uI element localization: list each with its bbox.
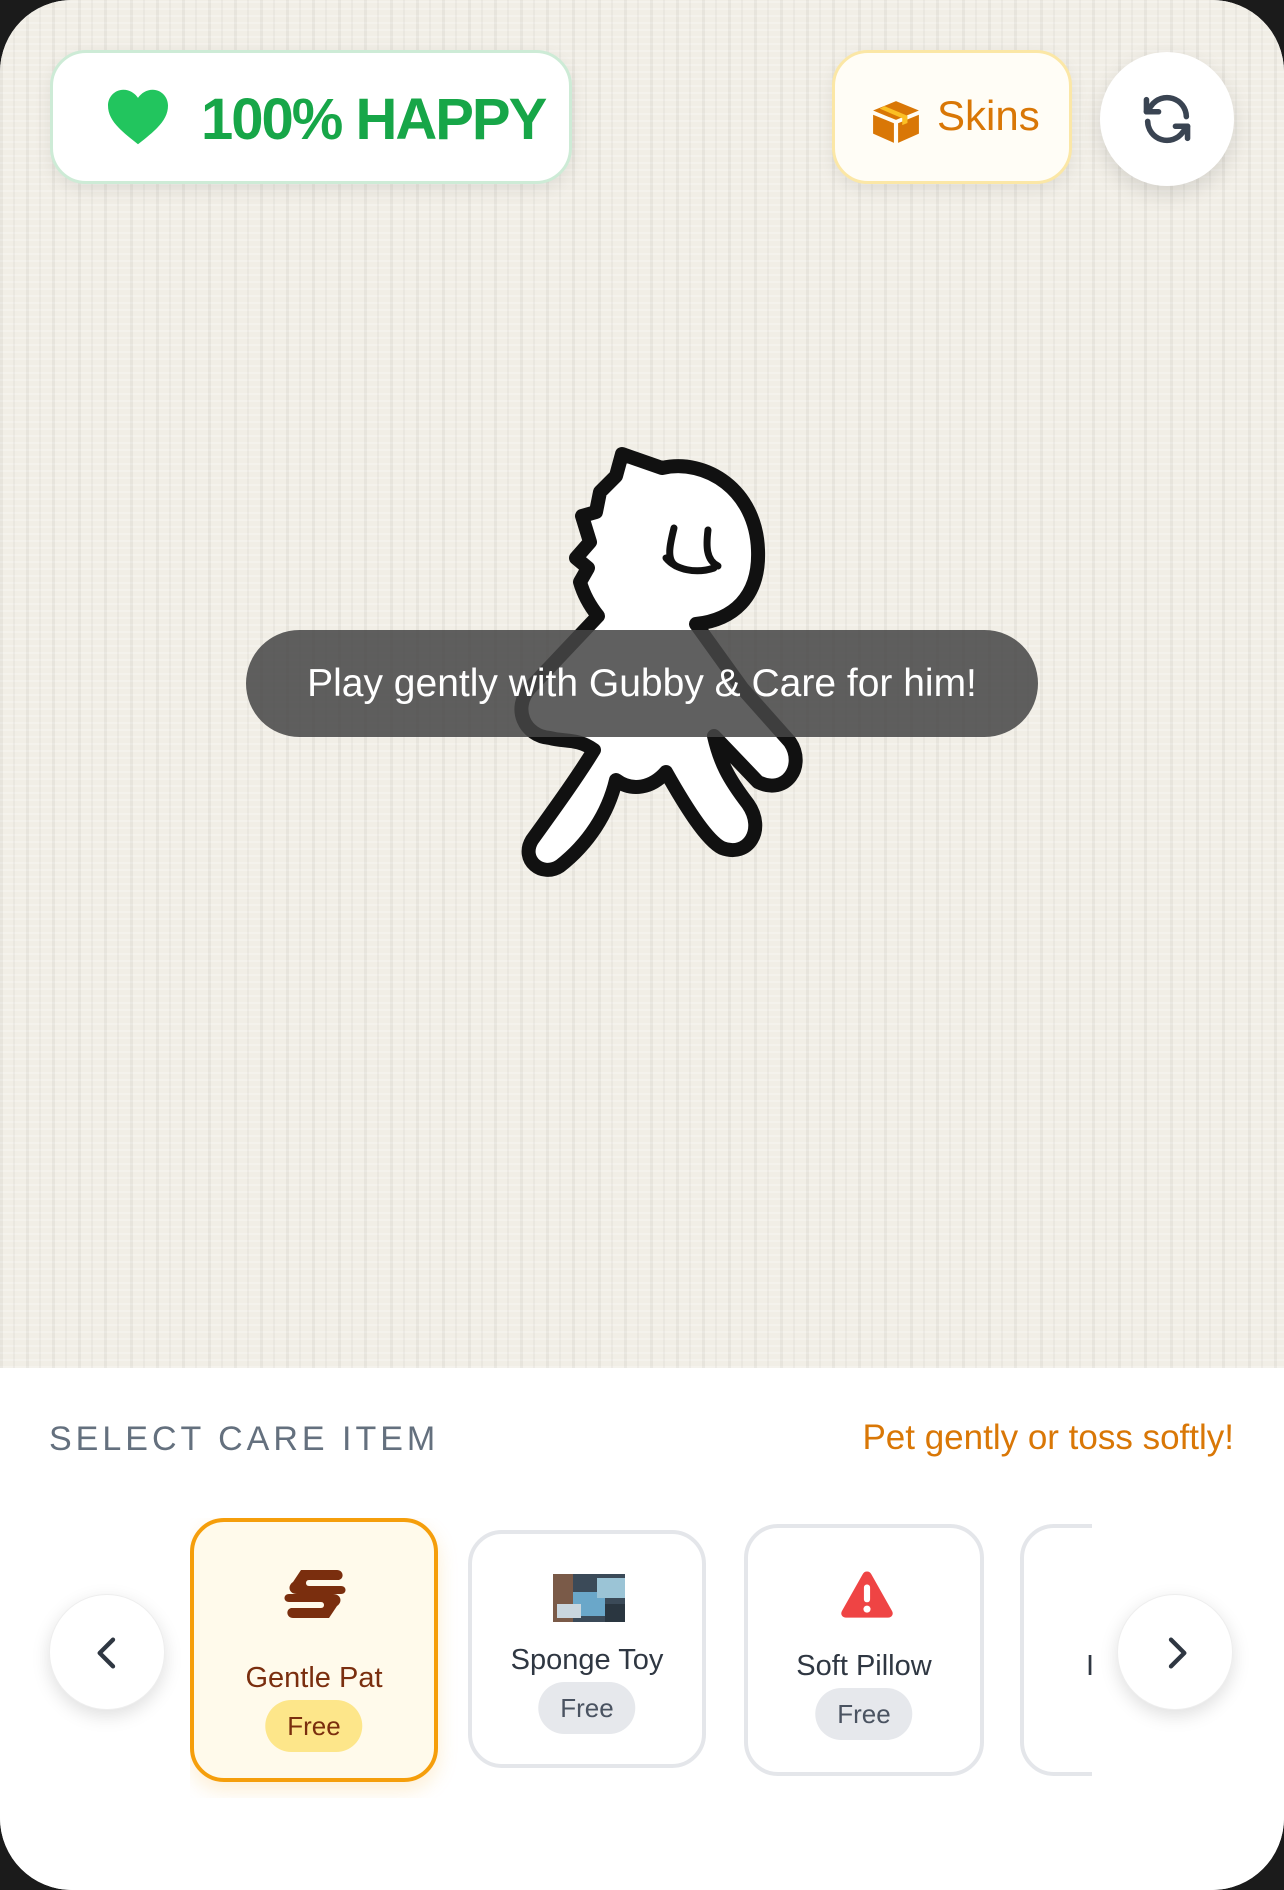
warning-icon [841,1571,893,1618]
happiness-value: 100% HAPPY [201,87,547,152]
chevron-right-icon [1168,1637,1187,1669]
box-icon [873,101,919,143]
care-panel: SELECT CARE ITEM Pet gently or toss soft… [0,1368,1284,1890]
happiness-badge: 100% HAPPY [50,50,572,184]
play-area[interactable]: 100% HAPPY Skins Play gently with Gubby … [0,0,1284,1368]
chevron-left-icon [97,1637,116,1669]
price-badge: Free [265,1700,363,1752]
price-badge: Free [538,1682,636,1734]
item-label: Sponge Toy [510,1644,664,1676]
app-screen: 100% HAPPY Skins Play gently with Gubby … [0,0,1284,1890]
hint-toast: Play gently with Gubby & Care for him! [246,630,1038,737]
hand-icon [284,1570,346,1618]
care-item-gentle-pat[interactable]: Gentle Pat Free [190,1518,438,1782]
section-title: SELECT CARE ITEM [49,1420,440,1458]
care-item-partial[interactable]: I [1020,1524,1092,1776]
item-label: I [1086,1650,1092,1682]
care-item-carousel: Gentle Pat Free Sponge Toy Free Soft Pil… [190,1518,1092,1798]
skins-button[interactable]: Skins [832,50,1072,184]
section-hint: Pet gently or toss softly! [862,1418,1234,1457]
previous-button[interactable] [49,1594,165,1710]
next-button[interactable] [1117,1594,1233,1710]
refresh-icon [1143,94,1191,144]
item-label: Soft Pillow [796,1650,932,1682]
care-item-soft-pillow[interactable]: Soft Pillow Free [744,1524,984,1776]
sponge-thumbnail [553,1574,625,1622]
reset-button[interactable] [1100,52,1234,186]
heart-icon [108,89,168,145]
price-badge: Free [815,1688,913,1740]
item-label: Gentle Pat [245,1662,383,1694]
care-item-sponge-toy[interactable]: Sponge Toy Free [468,1530,706,1768]
skins-label: Skins [937,92,1040,139]
